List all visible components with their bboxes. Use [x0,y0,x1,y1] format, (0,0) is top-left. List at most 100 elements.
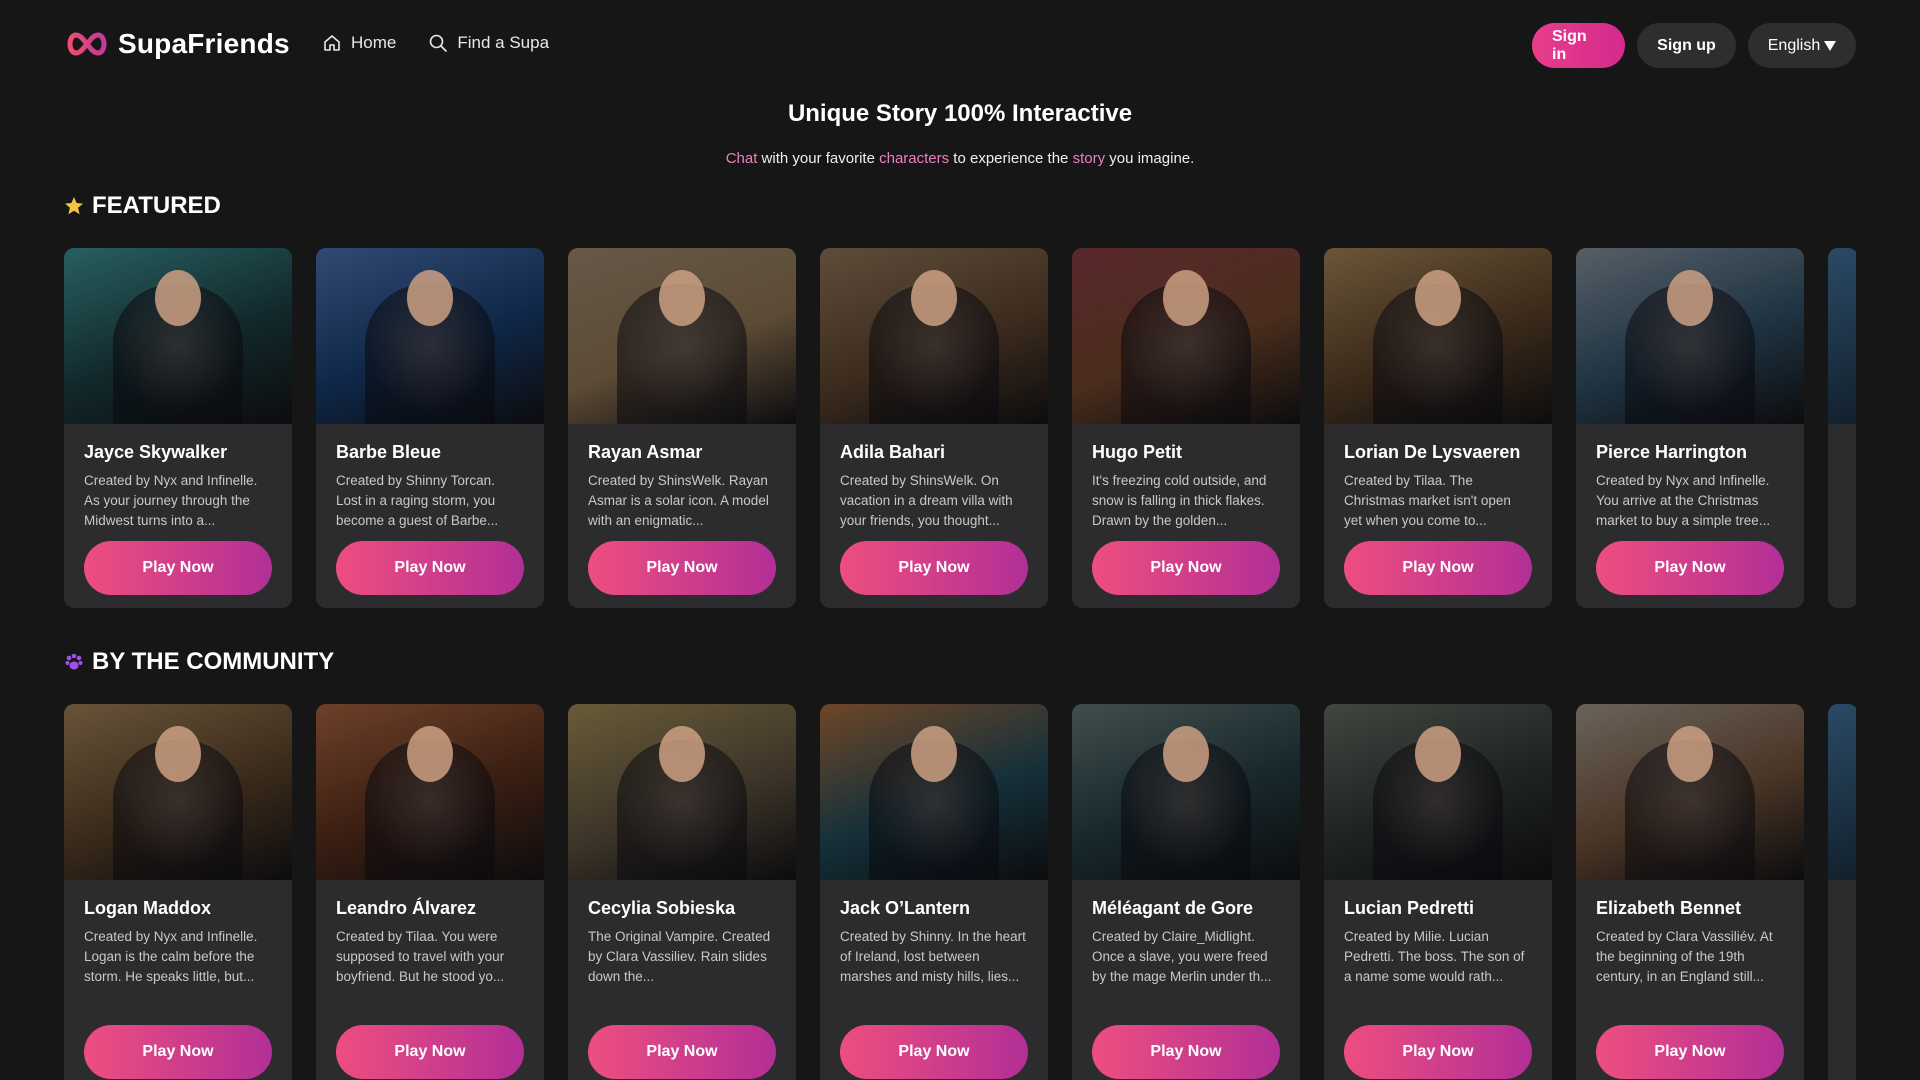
logo[interactable]: SupaFriends [64,27,290,61]
app-name: SupaFriends [118,28,290,59]
play-now-button[interactable]: Play Now [1596,1025,1784,1079]
play-now-button[interactable]: Play Now [1344,541,1532,595]
caret-down-icon [1824,40,1837,51]
next-card-peek[interactable] [1828,704,1856,1080]
character-portrait[interactable] [820,704,1048,880]
sign-in-button[interactable]: Sign in [1532,23,1625,68]
character-portrait[interactable] [1324,248,1552,424]
character-description: Created by Clara Vassiliév. At the begin… [1596,929,1773,984]
character-card[interactable]: Logan Maddox Created by Nyx and Infinelle… [64,704,292,1080]
nav-home-label: Home [351,33,397,52]
search-icon [430,34,448,52]
character-card[interactable]: Jack O’Lantern Created by Shinny. In the … [820,704,1048,1080]
character-portrait[interactable] [64,704,292,880]
play-now-button[interactable]: Play Now [840,541,1028,595]
character-description: The Original Vampire. Created by Clara V… [588,929,771,984]
character-portrait[interactable] [1576,704,1804,880]
character-portrait[interactable] [1576,248,1804,424]
character-portrait[interactable] [568,704,796,880]
featured-title: FEATURED [92,192,221,219]
character-name: Méléagant de Gore [1092,898,1254,918]
community-heading: BY THE COMMUNITY [64,648,334,676]
character-portrait[interactable] [316,704,544,880]
character-name: Leandro Álvarez [336,898,477,918]
play-now-button[interactable]: Play Now [336,1025,524,1079]
character-description: Created by Tilaa. The Christmas market i… [1344,473,1511,528]
hero-sub-part: with your favorite [757,150,880,167]
character-description: Created by Milie. Lucian Pedretti. The b… [1344,929,1525,984]
character-description: Created by Nyx and Infinelle. Logan is t… [84,929,258,984]
character-name: Barbe Bleue [336,442,442,462]
character-description: It's freezing cold outside, and snow is … [1092,473,1267,528]
character-card[interactable]: Rayan Asmar Created by ShinsWelk. Rayan A… [568,248,796,608]
character-card[interactable]: Jayce Skywalker Created by Nyx and Infine… [64,248,292,608]
character-name: Lucian Pedretti [1344,898,1475,918]
sign-up-button[interactable]: Sign up [1637,23,1736,68]
main-nav: Home Find a Supa [322,33,549,53]
play-now-button[interactable]: Play Now [588,541,776,595]
play-now-button[interactable]: Play Now [1344,1025,1532,1079]
next-card-peek[interactable] [1828,248,1856,608]
play-now-button[interactable]: Play Now [336,541,524,595]
play-now-button[interactable]: Play Now [588,1025,776,1079]
play-now-button[interactable]: Play Now [840,1025,1028,1079]
character-description: Created by Tilaa. You were supposed to t… [336,929,505,984]
character-name: Lorian De Lysvaeren [1344,442,1521,462]
character-card[interactable]: Cecylia Sobieska The Original Vampire. Cr… [568,704,796,1080]
character-portrait[interactable] [1324,704,1552,880]
language-select[interactable]: English [1748,23,1856,68]
character-card[interactable]: Barbe Bleue Created by Shinny Torcan. Los… [316,248,544,608]
community-row: Logan Maddox Created by Nyx and Infinelle… [64,704,1856,1080]
header-actions: Sign in Sign up English [1532,23,1856,68]
hero-title: Unique Story 100% Interactive [787,100,1133,127]
character-description: Created by Nyx and Infinelle. As your jo… [84,473,258,528]
portrait-head [659,726,705,782]
nav-find-label: Find a Supa [457,33,550,52]
character-card[interactable]: Lucian Pedretti Created by Milie. Lucian … [1324,704,1552,1080]
character-card[interactable]: Méléagant de Gore Created by Claire_Midli… [1072,704,1300,1080]
character-portrait[interactable] [568,248,796,424]
featured-row: Jayce Skywalker Created by Nyx and Infine… [64,248,1856,608]
star-icon [65,197,83,215]
portrait-head [407,270,453,326]
play-now-button[interactable]: Play Now [1092,541,1280,595]
portrait-head [659,270,705,326]
character-portrait[interactable] [1072,248,1300,424]
character-portrait[interactable] [64,248,292,424]
portrait-head [407,726,453,782]
play-now-button[interactable]: Play Now [84,541,272,595]
play-now-button[interactable]: Play Now [84,1025,272,1079]
portrait-head [1415,726,1461,782]
portrait-head [911,726,957,782]
nav-home[interactable]: Home [322,33,396,53]
character-description: Created by Claire_Midlight. Once a slave… [1092,929,1272,984]
portrait-head [1667,270,1713,326]
character-name: Hugo Petit [1092,442,1182,462]
character-name: Cecylia Sobieska [588,898,736,918]
portrait-head [911,270,957,326]
character-name: Pierce Harrington [1596,442,1748,462]
character-card[interactable]: Lorian De Lysvaeren Created by Tilaa. The… [1324,248,1552,608]
character-description: Created by Nyx and Infinelle. You arrive… [1596,473,1771,528]
character-card[interactable]: Pierce Harrington Created by Nyx and Infi… [1576,248,1804,608]
character-description: Created by Shinny. In the heart of Irela… [840,929,1026,984]
character-card[interactable]: Elizabeth Bennet Created by Clara Vassili… [1576,704,1804,1080]
portrait-head [155,726,201,782]
portrait-head [1163,726,1209,782]
header: SupaFriends Home Find a Supa Sign in Sig… [0,0,1920,92]
portrait-head [1667,726,1713,782]
character-card[interactable]: Hugo Petit It's freezing cold outside, an… [1072,248,1300,608]
character-card[interactable]: Leandro Álvarez Created by Tilaa. You wer… [316,704,544,1080]
character-portrait[interactable] [316,248,544,424]
character-name: Jack O’Lantern [840,898,971,918]
paw-icon [65,653,83,670]
nav-find-a-supa[interactable]: Find a Supa [428,33,549,53]
character-portrait[interactable] [820,248,1048,424]
play-now-button[interactable]: Play Now [1596,541,1784,595]
character-portrait[interactable] [1072,704,1300,880]
home-icon [324,35,340,51]
play-now-button[interactable]: Play Now [1092,1025,1280,1079]
character-card[interactable]: Adila Bahari Created by ShinsWelk. On vac… [820,248,1048,608]
portrait-head [1163,270,1209,326]
character-name: Elizabeth Bennet [1596,898,1742,918]
